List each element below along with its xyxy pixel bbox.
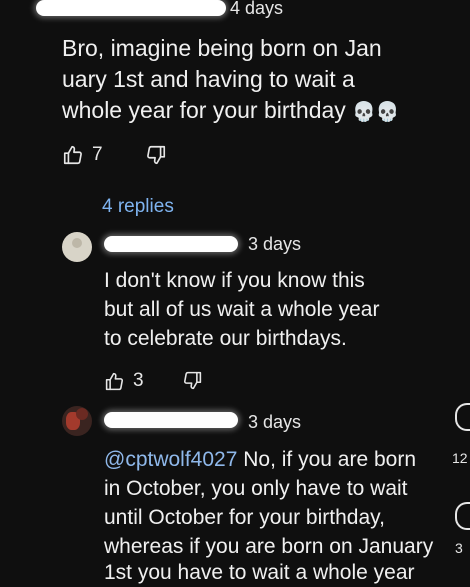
reply-timestamp: 3 days: [248, 234, 302, 254]
reply-text: No, if you are born: [237, 448, 416, 471]
redacted-username: [104, 412, 238, 428]
reply-text-line: but all of us wait a whole year: [104, 298, 380, 321]
thumbs-up-icon: [62, 144, 84, 166]
avatar[interactable]: [62, 406, 92, 436]
comment-text-line: whole year for your birthday 💀💀: [62, 95, 400, 128]
reply-text-line: whereas if you are born on January: [104, 535, 434, 558]
like-count: 7: [92, 144, 103, 165]
like-button[interactable]: 3: [104, 370, 144, 392]
reply-text-line: to celebrate our birthdays.: [104, 327, 347, 350]
replies-link[interactable]: 4 replies: [102, 196, 174, 218]
reply-text-line: until October for your birthday,: [104, 506, 385, 529]
avatar-detail: [76, 408, 88, 420]
cropped-icon: [455, 502, 470, 530]
reply-text-line: 1st you have to wait a whole year: [104, 561, 415, 584]
like-count: 3: [133, 370, 144, 391]
comment-timestamp: 4 days: [230, 0, 284, 18]
cropped-icon: [455, 403, 470, 431]
avatar[interactable]: [62, 232, 92, 262]
reply-timestamp: 3 days: [248, 412, 302, 432]
edge-count: 3: [455, 540, 463, 556]
comment-text-line: Bro, imagine being born on Jan: [62, 35, 382, 61]
thumbs-down-icon: [145, 144, 167, 166]
dislike-button[interactable]: [145, 144, 167, 166]
comment-text-line: uary 1st and having to wait a: [62, 66, 355, 92]
comment-text: whole year for your birthday: [62, 97, 346, 123]
thumbs-up-icon: [104, 371, 125, 392]
avatar-silhouette: [72, 238, 82, 248]
like-button[interactable]: 7: [62, 144, 103, 166]
reply-text-line: in October, you only have to wait: [104, 477, 408, 500]
reply-text-line: I don't know if you know this: [104, 269, 365, 292]
reply-text-line: @cptwolf4027 No, if you are born: [104, 445, 416, 474]
redacted-username: [104, 236, 238, 252]
thumbs-down-icon: [182, 370, 203, 391]
mention-link[interactable]: @cptwolf4027: [104, 448, 237, 471]
skull-emoji-icon: 💀💀: [352, 102, 400, 123]
edge-count: 12: [452, 450, 468, 466]
redacted-username: [36, 0, 226, 16]
dislike-button[interactable]: [182, 370, 203, 391]
